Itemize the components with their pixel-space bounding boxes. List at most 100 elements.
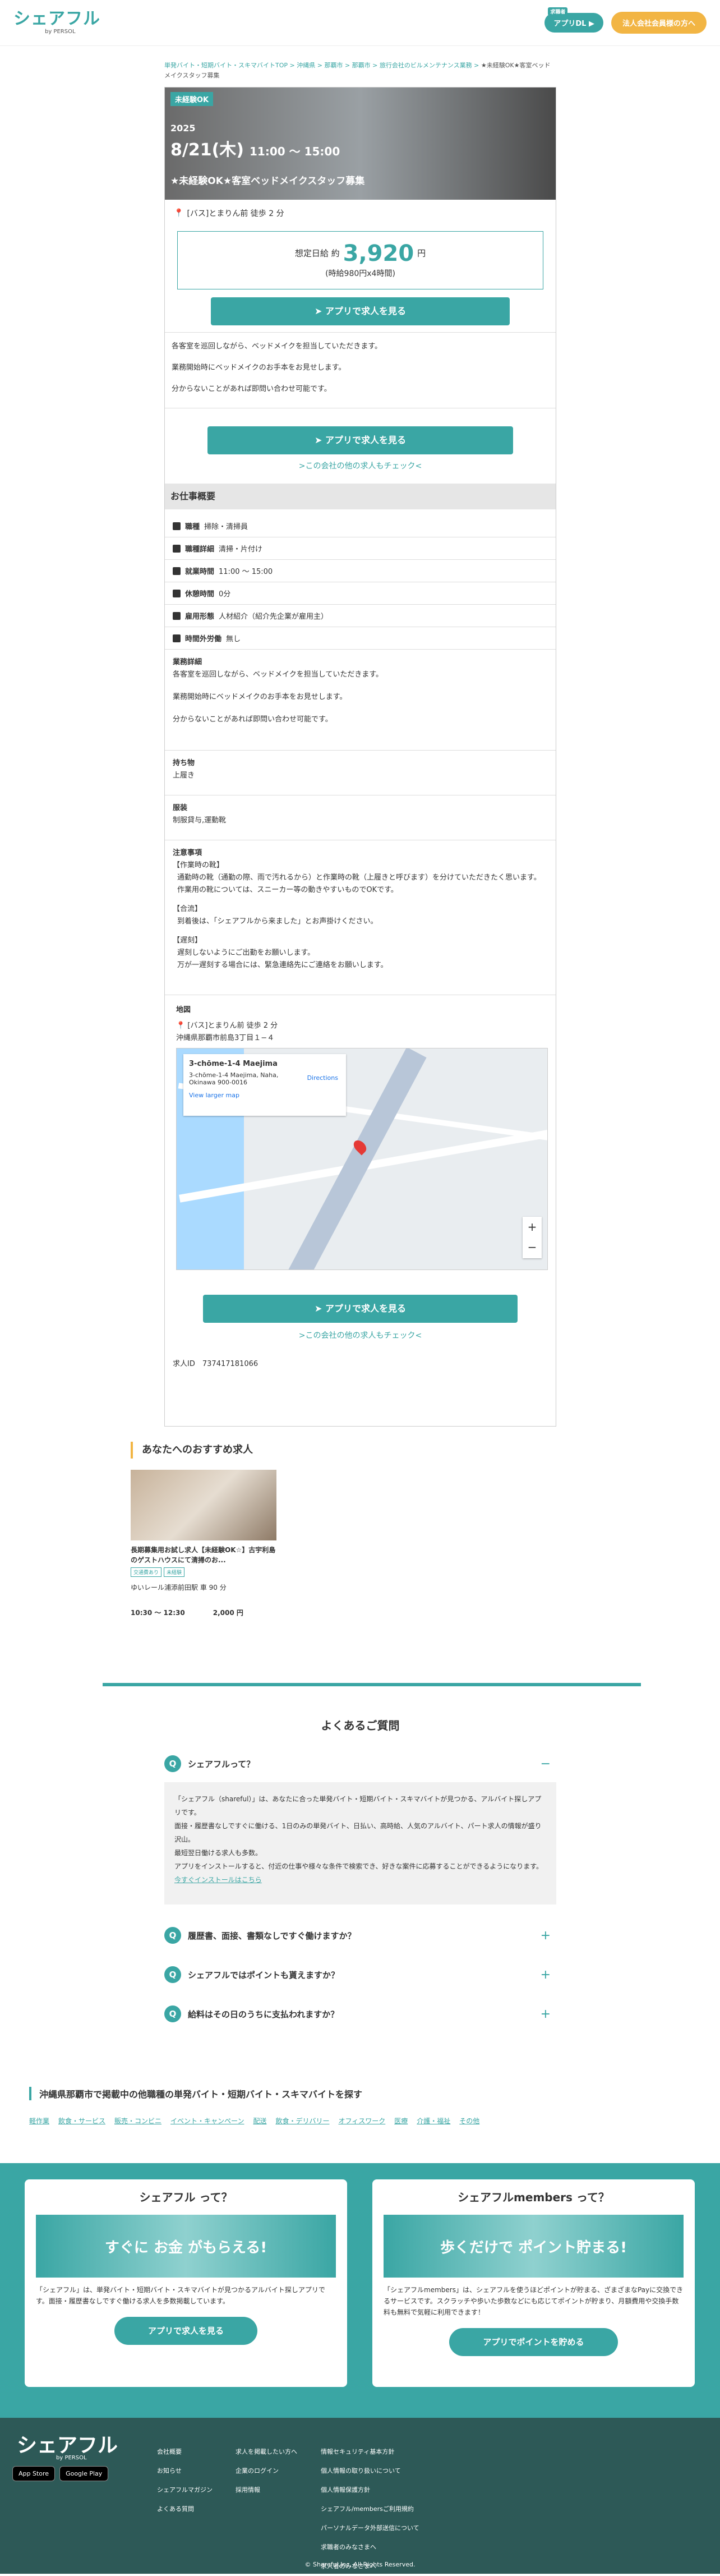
google-play-badge[interactable]: Google Play	[59, 2466, 109, 2481]
collapse-icon[interactable]: −	[541, 1757, 551, 1771]
footer-link[interactable]: 情報セキュリティ基本方針	[321, 2442, 419, 2462]
crumb-4[interactable]: 旅行会社のビルメンテナンス業務	[380, 62, 472, 69]
zoom-out-icon[interactable]: −	[523, 1237, 542, 1257]
row-label: 時間外労働	[185, 635, 222, 643]
map-larger-link[interactable]: View larger map	[189, 1092, 340, 1099]
map-section: 地図 📍 [バス]とまりん前 徒歩 2 分 沖縄県那覇市前島3丁目１−４	[165, 995, 556, 1045]
faq-question-0[interactable]: Q シェアフルって？ −	[164, 1755, 556, 1772]
footer-link[interactable]: 個人情報保護方針	[321, 2481, 419, 2500]
crumb-3[interactable]: 那覇市	[352, 62, 371, 69]
expand-icon[interactable]: +	[541, 1929, 551, 1943]
notes-line-6: 万が一遅刻する場合には、緊急連絡先にご連絡をお願いします。	[177, 961, 388, 969]
detail-row-0: 職種 掃除・清掃員	[165, 515, 556, 537]
answer-line-2: 最短翌日働ける求人も多数。	[174, 1849, 262, 1857]
divider	[103, 1683, 641, 1686]
row-value: 掃除・清掃員	[204, 523, 248, 531]
footer-link[interactable]: 求人を掲載したい方へ	[236, 2442, 297, 2462]
footer-link[interactable]: よくある質問	[157, 2500, 213, 2519]
crumb-0[interactable]: 単発バイト・短期バイト・スキマバイトTOP	[164, 62, 288, 69]
footer-link[interactable]: シェアフル/membersご利用規約	[321, 2500, 419, 2519]
apply-button-2[interactable]: ➤ アプリで求人を見る	[207, 426, 513, 454]
footer-link[interactable]: 個人情報の取り扱いについて	[321, 2462, 419, 2481]
clock-icon	[173, 567, 181, 575]
faq-question-1[interactable]: Q 履歴書、面接、書類なしですぐ働けますか？ +	[164, 1927, 556, 1944]
google-map[interactable]: 3-chōme-1-4 Maejima 3-chōme-1-4 Maejima,…	[176, 1048, 548, 1270]
belongings-value: 上履き	[173, 771, 195, 780]
crumb-1[interactable]: 沖縄県	[297, 62, 315, 69]
detail-row-5: 時間外労働 無し	[165, 627, 556, 650]
category-link[interactable]: その他	[459, 2116, 479, 2126]
detail-row-1: 職種詳細 清掃・片付け	[165, 537, 556, 560]
job-title: ★未経験OK★客室ベッドメイクスタッフ募集	[170, 176, 365, 187]
coffee-icon	[173, 589, 181, 597]
footer-logo[interactable]: シェアフル	[17, 2429, 118, 2458]
footer-link[interactable]: パーソナルデータ外部送信について	[321, 2519, 419, 2538]
footer-link[interactable]: 会社概要	[157, 2442, 213, 2462]
wage-box: 想定日給 約 3,920 円 (時給980円x4時間)	[177, 231, 543, 289]
apply-label-3: アプリで求人を見る	[325, 1303, 406, 1314]
breadcrumb: 単発バイト・短期バイト・スキマバイトTOP > 沖縄県 > 那覇市 > 那覇市 …	[164, 62, 551, 79]
category-link[interactable]: 飲食・サービス	[58, 2116, 105, 2126]
business-button[interactable]: 法人会社会員様の方へ	[611, 12, 707, 34]
apply-button-3[interactable]: ➤ アプリで求人を見る	[203, 1295, 518, 1323]
faq-q-text: シェアフルって？	[188, 1759, 255, 1769]
footer-link[interactable]: 企業のログイン	[236, 2462, 297, 2481]
q-icon: Q	[164, 2005, 181, 2022]
logo-sub: by PERSOL	[45, 29, 76, 35]
other-jobs-link-1[interactable]: >この会社の他の求人もチェック<	[165, 460, 556, 471]
footer-link[interactable]: 採用情報	[236, 2481, 297, 2500]
category-link[interactable]: イベント・キャンペーン	[170, 2116, 244, 2126]
category-link[interactable]: 医療	[394, 2116, 408, 2126]
recommend-title: あなたへのおすすめ求人	[131, 1442, 590, 1459]
category-link[interactable]: 軽作業	[29, 2116, 49, 2126]
wage-label: 想定日給	[294, 248, 329, 259]
other-jobs-link-2[interactable]: >この会社の他の求人もチェック<	[165, 1330, 556, 1341]
promo-button[interactable]: アプリで求人を見る	[114, 2317, 257, 2345]
job-description: 各客室を巡回しながら、ベッドメイクを担当していただきます。 業務開始時にベッドメ…	[165, 332, 556, 408]
dress-value: 制服貸与,運動靴	[173, 816, 227, 825]
category-link[interactable]: 販売・コンビニ	[114, 2116, 161, 2126]
category-link[interactable]: 飲食・デリバリー	[275, 2116, 329, 2126]
expand-icon[interactable]: +	[541, 1968, 551, 1982]
row-label: 雇用形態	[185, 613, 215, 621]
logo-text: シェアフル	[13, 9, 100, 29]
notes-line-3: 到着後は、「シェアフルから来ました」とお声掛けください。	[177, 917, 378, 926]
footer-link[interactable]: お知らせ	[157, 2462, 213, 2481]
detail-line-1: 業務開始時にベッドメイクのお手本をお見せします。	[173, 693, 347, 701]
faq-q-text: 給料はその日のうちに支払われますか？	[188, 2009, 339, 2020]
promo-card-shareful: シェアフル って？ すぐに お金 がもらえる! 「シェアフル」は、単発バイト・短…	[25, 2179, 347, 2387]
apply-button-1[interactable]: ➤ アプリで求人を見る	[211, 297, 510, 325]
faq-question-3[interactable]: Q 給料はその日のうちに支払われますか？ +	[164, 2005, 556, 2022]
map-location: [バス]とまりん前 徒歩 2 分	[187, 1022, 278, 1030]
notes-line-2: 【合流】	[173, 905, 202, 913]
faq-question-2[interactable]: Q シェアフルではポイントも貰えますか？ +	[164, 1966, 556, 1983]
detail-row-2: 就業時間 11:00 ～ 15:00	[165, 560, 556, 582]
category-link[interactable]: 配送	[253, 2116, 266, 2126]
footer-link[interactable]: 求職者のみなさまへ	[321, 2538, 419, 2557]
promo-title: シェアフルmembers って？	[458, 2191, 610, 2204]
promo-button[interactable]: アプリでポイントを貯める	[449, 2328, 618, 2356]
answer-line-3: アプリをインストールすると、付近の仕事や様々な条件で検索でき、好きな案件に応募す…	[174, 1862, 543, 1870]
recommend-card-title: 長期募集用お試し求人【未経験OK☆】古宇利島のゲストハウスにて清掃のお...	[131, 1546, 276, 1564]
explore-section: 沖縄県那覇市で掲載中の他職種の単発バイト・短期バイト・スキマバイトを探す 軽作業…	[29, 2087, 691, 2126]
q-icon: Q	[164, 1927, 181, 1944]
promo-text: 「シェアフルmembers」は、シェアフルを使うほどポイントが貯まる、ざまざまな…	[384, 2286, 684, 2316]
q-icon: Q	[164, 1966, 181, 1983]
category-link[interactable]: 介護・福祉	[417, 2116, 450, 2126]
map-zoom-controls[interactable]: + −	[523, 1217, 542, 1258]
map-directions-link[interactable]: Directions	[307, 1074, 338, 1082]
site-logo[interactable]: シェアフル by PERSOL	[13, 11, 100, 35]
recommend-image	[131, 1470, 276, 1540]
crumb-2[interactable]: 那覇市	[324, 62, 343, 69]
category-link[interactable]: オフィスワーク	[338, 2116, 385, 2126]
install-link[interactable]: 今すぐインストールはこちら	[174, 1876, 262, 1884]
app-store-badge[interactable]: App Store	[12, 2466, 56, 2481]
recommend-card[interactable]: 長期募集用お試し求人【未経験OK☆】古宇利島のゲストハウスにて清掃のお... 交…	[131, 1470, 276, 1617]
map-info-address: 3-chōme-1-4 Maejima, Naha, Okinawa 900-0…	[189, 1071, 279, 1086]
app-download-button[interactable]: 求職者 アプリDL ▶	[544, 7, 603, 33]
zoom-in-icon[interactable]: +	[523, 1217, 542, 1237]
footer-link[interactable]: シェアフルマガジン	[157, 2481, 213, 2500]
detail-line-0: 各客室を巡回しながら、ベッドメイクを担当していただきます。	[173, 670, 384, 679]
job-card: 未経験OK 2025 8/21(木) 11:00 ～ 15:00 ★未経験OK★客…	[164, 87, 556, 1427]
expand-icon[interactable]: +	[541, 2007, 551, 2021]
